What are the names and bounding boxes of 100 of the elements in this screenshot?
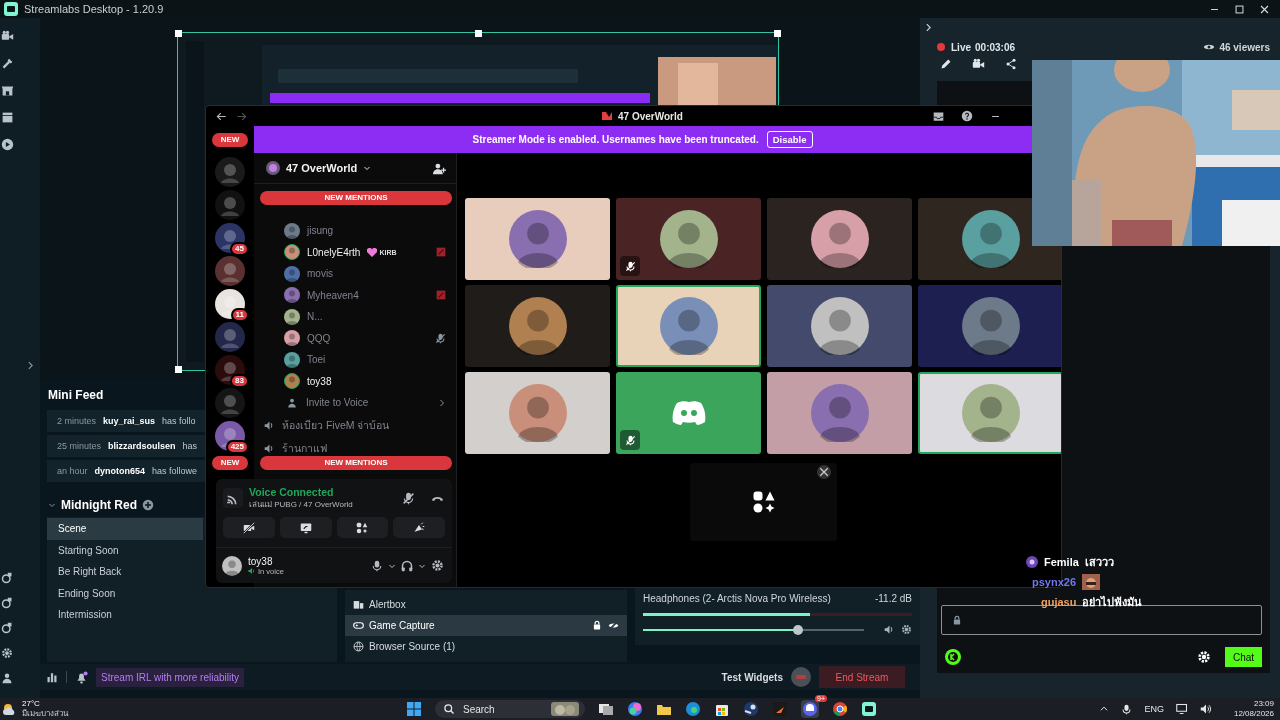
- tools-icon[interactable]: [1, 57, 14, 70]
- chat-send-button[interactable]: Chat: [1225, 647, 1262, 667]
- chat-username[interactable]: gujasu: [1041, 595, 1077, 608]
- chat-username[interactable]: Femila: [1044, 555, 1079, 568]
- clock-date[interactable]: 12/08/2026: [1233, 709, 1274, 719]
- inbox-icon[interactable]: [933, 110, 944, 122]
- video-tile[interactable]: [465, 372, 610, 454]
- resize-handle[interactable]: [175, 30, 182, 37]
- notification-icon[interactable]: [75, 670, 88, 684]
- activity-card[interactable]: [690, 463, 837, 541]
- scene-item[interactable]: Scene: [47, 518, 203, 540]
- video-tile[interactable]: [616, 285, 761, 367]
- microphone-button[interactable]: [371, 559, 383, 572]
- volume-icon[interactable]: [1199, 703, 1212, 715]
- new-mentions-badge[interactable]: NEW MENTIONS: [260, 456, 452, 470]
- voice-channel[interactable]: ห้องเบียว FiveM จ่าบ้อน: [254, 413, 456, 437]
- camera-icon[interactable]: [972, 58, 985, 71]
- unread-count: 45: [230, 242, 249, 256]
- settings-button[interactable]: [431, 559, 444, 572]
- video-tile[interactable]: [616, 198, 761, 280]
- link-icon[interactable]: [1, 572, 13, 584]
- member-name[interactable]: jisung: [307, 225, 334, 237]
- noise-suppression-icon[interactable]: [402, 491, 415, 505]
- share-icon[interactable]: [1005, 58, 1017, 70]
- member-name[interactable]: toy38: [307, 375, 332, 387]
- settings-icon[interactable]: [1, 647, 13, 659]
- speaker-icon[interactable]: [884, 624, 895, 635]
- resize-handle[interactable]: [175, 366, 182, 373]
- new-badge[interactable]: NEW: [212, 456, 248, 470]
- headphones-button[interactable]: [401, 559, 413, 572]
- dropdown-icon[interactable]: [363, 164, 372, 172]
- start-icon[interactable]: [406, 701, 422, 717]
- forward-icon[interactable]: [236, 110, 247, 122]
- help-icon[interactable]: [961, 110, 973, 122]
- edit-icon[interactable]: [940, 58, 952, 70]
- video-tile[interactable]: [767, 198, 912, 280]
- soundboard-button[interactable]: [393, 517, 445, 538]
- video-tile[interactable]: [767, 285, 912, 367]
- server-name[interactable]: 47 OverWorld: [286, 162, 358, 174]
- lock-icon[interactable]: [592, 620, 602, 630]
- slider-thumb[interactable]: [792, 624, 803, 635]
- promo-link[interactable]: Stream IRL with more reliability: [96, 667, 244, 687]
- add-icon[interactable]: [142, 499, 154, 511]
- invite-icon[interactable]: [433, 161, 446, 175]
- language-indicator[interactable]: ENG: [1144, 704, 1164, 714]
- expand-icon[interactable]: [26, 361, 35, 370]
- camera-icon[interactable]: [1, 30, 14, 43]
- source-item[interactable]: Browser Source (1): [345, 636, 627, 657]
- store-icon[interactable]: [1, 84, 14, 97]
- voice-channel-path[interactable]: เล่นแม่ PUBG / 47 OverWorld: [249, 497, 396, 511]
- invite-row[interactable]: Invite to Voice: [254, 392, 456, 414]
- collapse-icon[interactable]: [924, 23, 933, 32]
- video-tile[interactable]: [465, 285, 610, 367]
- video-tile[interactable]: [918, 285, 1061, 367]
- scene-item[interactable]: Ending Soon: [47, 582, 203, 604]
- member-name[interactable]: L0nelyE4rth: [307, 246, 361, 258]
- clock-time[interactable]: 23:09: [1253, 699, 1274, 709]
- member-name[interactable]: Toei: [307, 354, 326, 366]
- back-icon[interactable]: [216, 110, 227, 122]
- microphone-icon[interactable]: [1121, 703, 1133, 715]
- member-name[interactable]: Myheaven4: [307, 289, 359, 301]
- chat-username[interactable]: psynx26: [1032, 575, 1077, 588]
- source-item[interactable]: Game Capture: [345, 615, 627, 636]
- network-icon[interactable]: [1175, 703, 1188, 715]
- resize-handle[interactable]: [475, 30, 482, 37]
- scene-item[interactable]: Starting Soon: [47, 539, 203, 561]
- user-icon[interactable]: [1, 672, 13, 684]
- close-button[interactable]: [817, 465, 831, 479]
- clapper-icon[interactable]: [1, 111, 14, 124]
- expand-tray-icon[interactable]: [1099, 704, 1110, 714]
- resize-handle[interactable]: [774, 30, 781, 37]
- member-name[interactable]: N...: [307, 311, 323, 323]
- link-icon[interactable]: [1, 597, 13, 609]
- settings-icon[interactable]: [901, 624, 912, 635]
- activities-button[interactable]: [336, 517, 389, 538]
- member-name[interactable]: movis: [307, 268, 334, 280]
- scene-collection-name[interactable]: Midnight Red: [61, 498, 137, 512]
- new-badge[interactable]: NEW: [212, 133, 248, 147]
- end-stream-button[interactable]: End Stream: [819, 666, 905, 688]
- video-tile[interactable]: [767, 372, 912, 454]
- hidden-icon[interactable]: [608, 620, 619, 631]
- scene-item[interactable]: Be Right Back: [47, 561, 203, 583]
- maximize-button[interactable]: [1234, 3, 1245, 15]
- source-item[interactable]: Alertbox: [345, 594, 627, 615]
- heart-icon: [367, 247, 378, 257]
- new-mentions-badge[interactable]: NEW MENTIONS: [260, 191, 452, 205]
- disable-button[interactable]: Disable: [766, 131, 813, 148]
- stats-icon[interactable]: [46, 671, 58, 683]
- member-name[interactable]: QQQ: [307, 332, 331, 344]
- browser-icon: [832, 701, 848, 717]
- video-tile[interactable]: [918, 372, 1061, 454]
- scene-item[interactable]: Intermission: [47, 604, 203, 626]
- camera-off-button[interactable]: [223, 517, 275, 538]
- video-tile[interactable]: [616, 372, 761, 454]
- search-field[interactable]: Search: [435, 700, 585, 718]
- video-tile[interactable]: [465, 198, 610, 280]
- play-icon[interactable]: [1, 138, 14, 151]
- close-button[interactable]: [1259, 3, 1270, 15]
- link-icon[interactable]: [1, 622, 13, 634]
- screen-share-button[interactable]: [279, 517, 332, 538]
